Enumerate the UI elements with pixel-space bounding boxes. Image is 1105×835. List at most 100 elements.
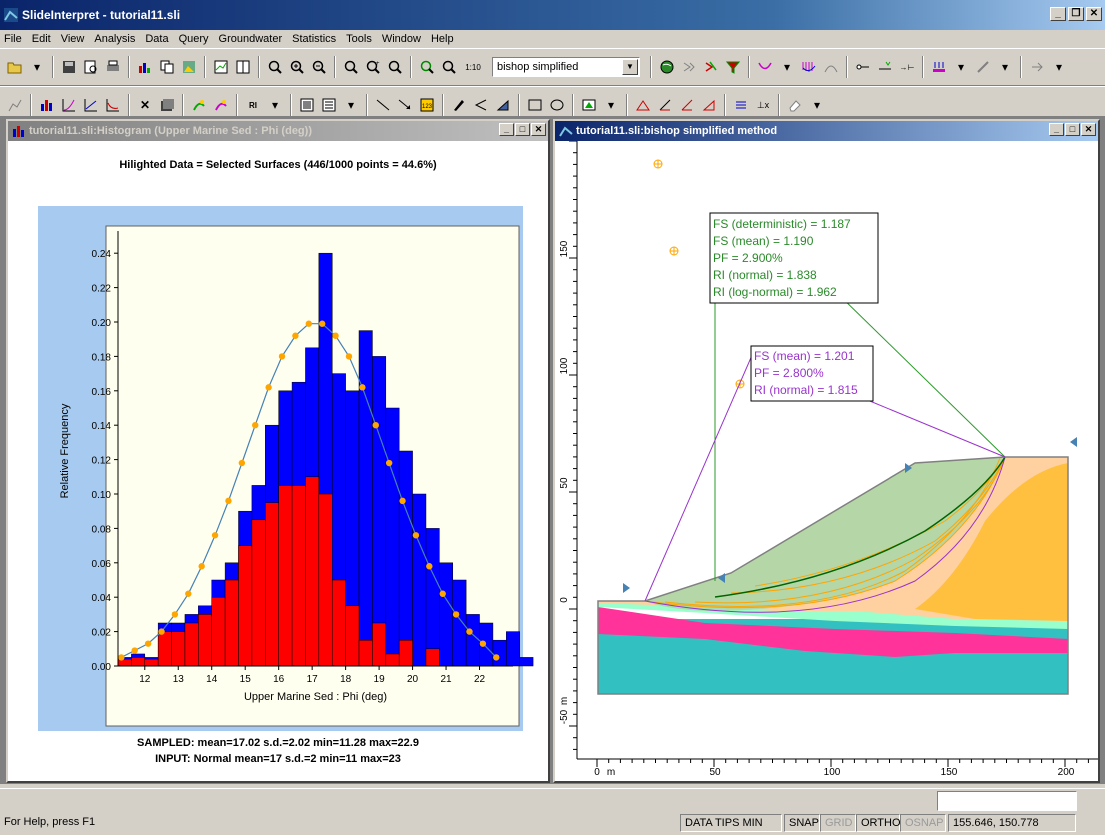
dropdown-arrow-icon[interactable]: ▾ bbox=[1050, 58, 1068, 76]
histogram-maximize-button[interactable]: □ bbox=[515, 123, 530, 136]
angle-measure-icon[interactable] bbox=[656, 96, 674, 114]
scale-1-10-icon[interactable]: 1:10 bbox=[462, 58, 484, 76]
text-box-icon[interactable] bbox=[580, 96, 598, 114]
copy-chart-icon[interactable] bbox=[136, 58, 154, 76]
scatter-plot-icon[interactable] bbox=[82, 96, 100, 114]
support-forces-icon[interactable] bbox=[876, 58, 894, 76]
min-surface-icon[interactable] bbox=[680, 58, 698, 76]
menu-view[interactable]: View bbox=[61, 33, 85, 45]
pencil-icon[interactable] bbox=[450, 96, 468, 114]
model-minimize-button[interactable]: _ bbox=[1049, 123, 1064, 136]
contour-icon[interactable] bbox=[822, 58, 840, 76]
water-icon[interactable]: →⊢ bbox=[898, 58, 916, 76]
filled-polygon-icon[interactable] bbox=[494, 96, 512, 114]
copy-icon[interactable] bbox=[158, 58, 176, 76]
dropdown-arrow-icon[interactable]: ▾ bbox=[996, 58, 1014, 76]
zoom-all-icon[interactable]: + bbox=[364, 58, 382, 76]
histogram-chart[interactable]: 0.00 0.02 0.04 0.06 0.08 0.10 0.12 0.14 0.16 0.18… bbox=[8, 186, 548, 746]
chart-line-icon[interactable] bbox=[6, 96, 24, 114]
menu-groundwater[interactable]: Groundwater bbox=[219, 33, 283, 45]
info-panel-icon[interactable] bbox=[298, 96, 316, 114]
model-maximize-button[interactable]: □ bbox=[1065, 123, 1080, 136]
legend-icon[interactable] bbox=[320, 96, 338, 114]
edit-query-icon[interactable] bbox=[1028, 58, 1046, 76]
close-button[interactable]: ✕ bbox=[1086, 7, 1102, 21]
dropdown-arrow-icon[interactable]: ▾ bbox=[808, 96, 826, 114]
export-image-icon[interactable] bbox=[180, 58, 198, 76]
menu-help[interactable]: Help bbox=[431, 33, 454, 45]
all-surfaces-icon[interactable] bbox=[702, 58, 720, 76]
dropdown-arrow-icon[interactable]: ▾ bbox=[778, 58, 796, 76]
slip-surface-icon[interactable] bbox=[756, 58, 774, 76]
open-folder-icon[interactable] bbox=[6, 58, 24, 76]
zoom-extents-icon[interactable] bbox=[266, 58, 284, 76]
deterministic-results-box[interactable]: FS (deterministic) = 1.187 FS (mean) = 1… bbox=[709, 212, 879, 304]
model-window-title-bar[interactable]: tutorial11.sli:bishop simplified method … bbox=[555, 121, 1098, 141]
material-query-icon[interactable] bbox=[930, 58, 948, 76]
ruler-icon[interactable]: 123 bbox=[418, 96, 436, 114]
print-icon[interactable] bbox=[104, 58, 122, 76]
grid-toggle[interactable]: GRID bbox=[820, 814, 856, 832]
line-tool-icon[interactable] bbox=[374, 96, 392, 114]
triangle-icon[interactable] bbox=[700, 96, 718, 114]
cumulative-plot-icon[interactable] bbox=[60, 96, 78, 114]
highlight-surfaces-icon[interactable] bbox=[190, 96, 208, 114]
dropdown-arrow-icon[interactable]: ▾ bbox=[602, 96, 620, 114]
histogram-minimize-button[interactable]: _ bbox=[499, 123, 514, 136]
export-data-icon[interactable] bbox=[158, 96, 176, 114]
menu-data[interactable]: Data bbox=[145, 33, 168, 45]
data-tips-toggle[interactable]: DATA TIPS MIN bbox=[680, 814, 782, 832]
menu-analysis[interactable]: Analysis bbox=[94, 33, 135, 45]
filter-surfaces-icon[interactable] bbox=[724, 58, 742, 76]
polyline-icon[interactable] bbox=[472, 96, 490, 114]
tile-windows-icon[interactable] bbox=[234, 58, 252, 76]
snap-toggle[interactable]: SNAP bbox=[784, 814, 820, 832]
zoom-scale-icon[interactable] bbox=[440, 58, 458, 76]
histogram-window-title-bar[interactable]: tutorial11.sli:Histogram (Upper Marine S… bbox=[8, 121, 548, 141]
maximize-button[interactable]: ❐ bbox=[1068, 7, 1084, 21]
dropdown-arrow-icon[interactable]: ▾ bbox=[952, 58, 970, 76]
ellipse-icon[interactable] bbox=[548, 96, 566, 114]
zoom-previous-icon[interactable] bbox=[418, 58, 436, 76]
zoom-out-icon[interactable] bbox=[310, 58, 328, 76]
model-window[interactable]: tutorial11.sli:bishop simplified method … bbox=[553, 119, 1100, 783]
dropdown-arrow-icon[interactable]: ▾ bbox=[28, 58, 46, 76]
histogram-close-button[interactable]: ✕ bbox=[531, 123, 546, 136]
zoom-window-icon[interactable] bbox=[342, 58, 360, 76]
zoom-pan-icon[interactable] bbox=[386, 58, 404, 76]
dropdown-arrow-icon[interactable]: ▾ bbox=[266, 96, 284, 114]
convergence-icon[interactable] bbox=[104, 96, 122, 114]
menu-query[interactable]: Query bbox=[179, 33, 209, 45]
zoom-in-icon[interactable] bbox=[288, 58, 306, 76]
slope-model-canvas[interactable]: 150 100 50 0 -50 m 0 m 50 100 150 200 FS… bbox=[555, 140, 1098, 781]
print-preview-icon[interactable] bbox=[82, 58, 100, 76]
view-chart-icon[interactable] bbox=[212, 58, 230, 76]
menu-tools[interactable]: Tools bbox=[346, 33, 372, 45]
align-icon[interactable] bbox=[732, 96, 750, 114]
globe-icon[interactable] bbox=[658, 58, 676, 76]
analysis-method-select[interactable]: bishop simplified ▼ bbox=[492, 57, 640, 77]
slices-icon[interactable] bbox=[800, 58, 818, 76]
highlight-data-icon[interactable] bbox=[212, 96, 230, 114]
menu-window[interactable]: Window bbox=[382, 33, 421, 45]
probabilistic-results-box[interactable]: FS (mean) = 1.201 PF = 2.800% RI (normal… bbox=[750, 345, 874, 402]
reliability-index-icon[interactable]: RI bbox=[244, 96, 262, 114]
menu-file[interactable]: File bbox=[4, 33, 22, 45]
axis-icon[interactable]: ⊥x bbox=[754, 96, 772, 114]
support-icon[interactable] bbox=[854, 58, 872, 76]
angle-tool-icon[interactable] bbox=[634, 96, 652, 114]
minimize-button[interactable]: _ bbox=[1050, 7, 1066, 21]
close-plots-icon[interactable]: ✕ bbox=[136, 96, 154, 114]
model-close-button[interactable]: ✕ bbox=[1081, 123, 1096, 136]
osnap-toggle[interactable]: OSNAP bbox=[900, 814, 946, 832]
menu-statistics[interactable]: Statistics bbox=[292, 33, 336, 45]
arrow-tool-icon[interactable] bbox=[396, 96, 414, 114]
rectangle-icon[interactable] bbox=[526, 96, 544, 114]
app-title-bar[interactable]: SlideInterpret - tutorial11.sli _ ❐ ✕ bbox=[0, 0, 1105, 30]
histogram-icon[interactable] bbox=[38, 96, 56, 114]
ortho-toggle[interactable]: ORTHO bbox=[856, 814, 901, 832]
draw-line-icon[interactable] bbox=[974, 58, 992, 76]
dropdown-arrow-icon[interactable]: ▾ bbox=[342, 96, 360, 114]
histogram-window[interactable]: tutorial11.sli:Histogram (Upper Marine S… bbox=[6, 119, 550, 783]
angle-arc-icon[interactable] bbox=[678, 96, 696, 114]
